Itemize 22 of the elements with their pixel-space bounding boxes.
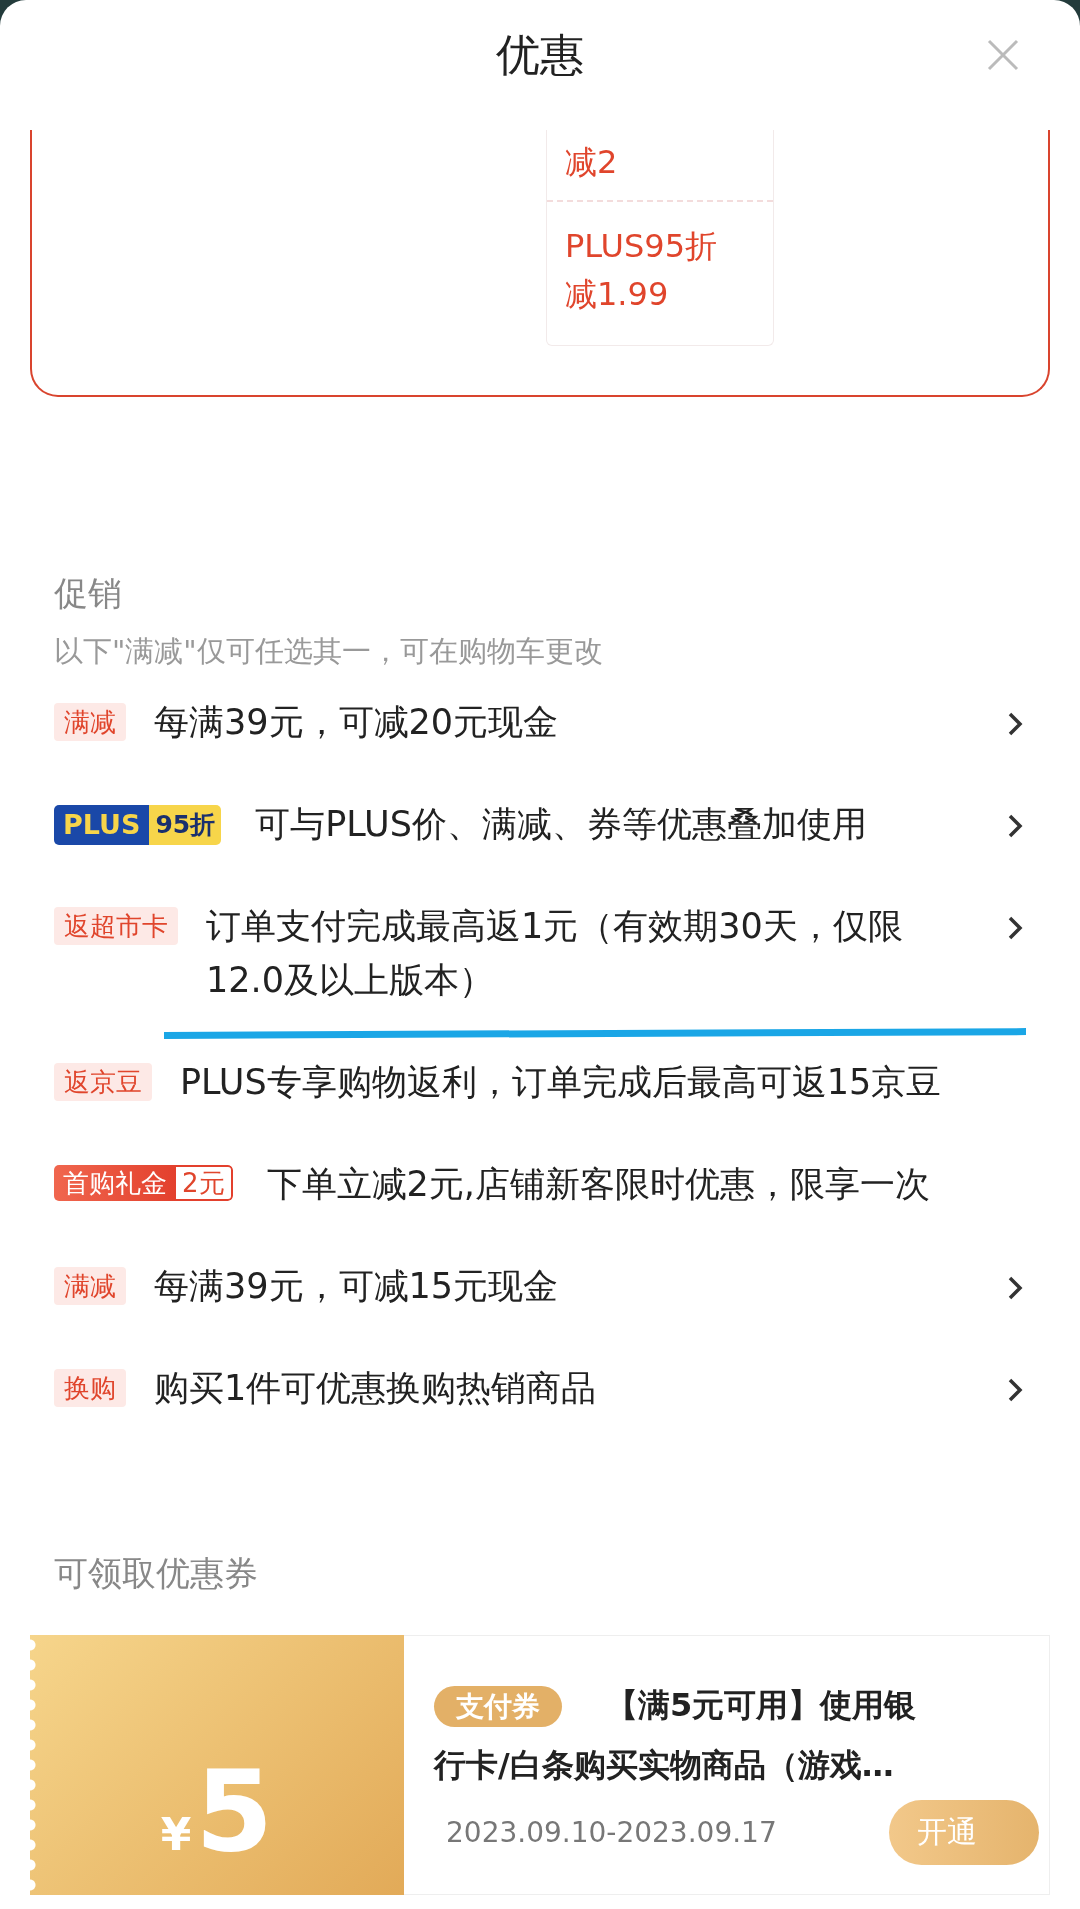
activate-button[interactable]: 开通	[889, 1800, 1039, 1865]
promo-text: 可与PLUS价、满减、券等优惠叠加使用	[255, 803, 867, 846]
section-title: 可领取优惠券	[54, 1552, 259, 1595]
sheet-title: 优惠	[496, 27, 584, 82]
promo-tag: 返京豆	[54, 1063, 152, 1101]
section-note: 以下"满减"仅可任选其一，可在购物车更改	[54, 633, 604, 670]
discount-text: 减2	[564, 142, 619, 183]
promo-text: 下单立减2元,店铺新客限时优惠，限享一次	[266, 1163, 930, 1206]
promo-tag: 返超市卡	[54, 907, 178, 945]
coupon-title: 支付券 【满5元可用】使用银行卡/白条购买实物商品（游戏…	[434, 1685, 918, 1786]
discount-text: PLUS95折 减1.99	[547, 200, 773, 338]
promo-tag: 换购	[54, 1369, 126, 1407]
promo-text: 购买1件可优惠换购热销商品	[154, 1367, 597, 1410]
coupon-amount: ¥5	[160, 1755, 274, 1867]
promo-text: 每满39元，可减20元现金	[154, 701, 559, 744]
promo-text: PLUS专享购物返利，订单完成后最高可返15京豆	[180, 1061, 942, 1104]
coupon-date: 2023.09.10-2023.09.17	[446, 1816, 777, 1849]
promo-text: 每满39元，可减15元现金	[154, 1265, 559, 1308]
promo-tag: 满减	[54, 1267, 126, 1305]
section-title: 促销	[54, 572, 123, 615]
promo-tag: 满减	[54, 703, 126, 741]
promo-text: 订单支付完成最高返1元（有效期30天，仅限12.0及以上版本）	[206, 905, 904, 1002]
